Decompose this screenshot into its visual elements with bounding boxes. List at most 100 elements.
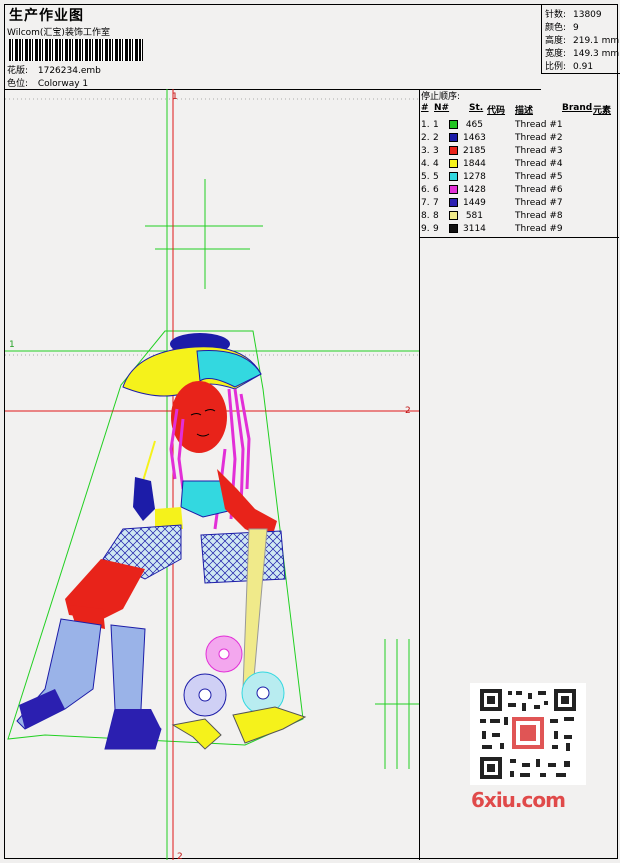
stat-label: 颜色: xyxy=(545,23,567,33)
stat-width: 宽度: 149.3 mm xyxy=(545,46,619,59)
table-row: 8. 8 581 Thread #8 xyxy=(419,211,619,224)
stat-scale: 比例: 0.91 xyxy=(545,59,593,72)
row-code: 3114 xyxy=(463,224,486,234)
page-title: 生产作业图 xyxy=(9,8,84,24)
row-desc: Thread #8 xyxy=(515,211,563,221)
row-code: 1278 xyxy=(463,172,486,182)
row-n: 7 xyxy=(433,198,439,208)
stat-label: 高度: xyxy=(545,36,567,46)
row-code: 2185 xyxy=(463,146,486,156)
design-file-row: 花版: 1726234.emb xyxy=(7,63,101,76)
stat-value: 9 xyxy=(573,23,579,33)
col-header-n: N# xyxy=(434,103,450,113)
row-desc: Thread #6 xyxy=(515,185,563,195)
row-desc: Thread #1 xyxy=(515,120,563,130)
row-n: 8 xyxy=(433,211,439,221)
row-num: 7. xyxy=(421,198,430,208)
qr-code-icon xyxy=(470,683,586,785)
guide-label-v2: 2 xyxy=(177,852,183,860)
stat-height: 高度: 219.1 mm xyxy=(545,33,619,46)
row-code: 465 xyxy=(465,120,483,130)
row-num: 6. xyxy=(421,185,430,195)
row-n: 1 xyxy=(433,120,439,130)
embroidery-figure xyxy=(16,333,307,750)
row-n: 4 xyxy=(433,159,439,169)
colorway-label: 色位: xyxy=(7,79,29,89)
row-num: 2. xyxy=(421,133,430,143)
table-row: 3. 3 2185 Thread #3 xyxy=(419,146,619,159)
row-code: 581 xyxy=(465,211,483,221)
red-guides xyxy=(5,89,419,860)
colorway-value: Colorway 1 xyxy=(37,79,89,89)
table-row: 4. 4 1844 Thread #4 xyxy=(419,159,619,172)
stat-label: 针数: xyxy=(545,10,567,20)
flower-magenta xyxy=(205,635,243,673)
stat-value: 219.1 mm xyxy=(573,36,620,46)
row-num: 4. xyxy=(421,159,430,169)
green-guides xyxy=(5,89,419,860)
col-header-st: St. xyxy=(469,103,484,113)
row-n: 2 xyxy=(433,133,439,143)
embroidery-preview: 1 2 1 2 xyxy=(5,89,419,862)
row-num: 5. xyxy=(421,172,430,182)
color-swatch xyxy=(449,133,458,142)
color-swatch xyxy=(449,224,458,233)
row-code: 1449 xyxy=(463,198,486,208)
guide-label-h2: 2 xyxy=(405,406,411,416)
col-header-desc: 描述 xyxy=(515,106,534,116)
studio-name: Wilcom(汇宝)装饰工作室 xyxy=(7,28,110,38)
stat-value: 149.3 mm xyxy=(573,49,620,59)
row-n: 9 xyxy=(433,224,439,234)
stat-label: 宽度: xyxy=(545,49,567,59)
col-header-num: # xyxy=(421,103,429,113)
color-swatch xyxy=(449,159,458,168)
row-n: 5 xyxy=(433,172,439,182)
row-n: 6 xyxy=(433,185,439,195)
color-swatch xyxy=(449,146,458,155)
design-label: 花版: xyxy=(7,66,29,76)
row-num: 8. xyxy=(421,211,430,221)
watermark-site: 6xiu.com xyxy=(471,788,566,812)
guide-label-h1: 1 xyxy=(9,340,15,350)
row-code: 1463 xyxy=(463,133,486,143)
row-desc: Thread #3 xyxy=(515,146,563,156)
table-row: 6. 6 1428 Thread #6 xyxy=(419,185,619,198)
col-header-code: 代码 xyxy=(487,106,506,116)
stop-sequence-panel: 停止顺序: # N# St. 代码 描述 Brand 元素 1. 1 465 T… xyxy=(419,89,619,238)
color-swatch xyxy=(449,185,458,194)
stat-colors: 颜色: 9 xyxy=(545,20,579,33)
stat-value: 13809 xyxy=(573,10,602,20)
guide-label-v1: 1 xyxy=(172,92,178,102)
colorway-row: 色位: Colorway 1 xyxy=(7,76,88,89)
header-panel: 生产作业图 Wilcom(汇宝)装饰工作室 花版: 1726234.emb 色位… xyxy=(5,5,541,90)
col-header-brand: Brand xyxy=(562,103,593,113)
barcode-icon xyxy=(9,39,143,61)
table-row: 1. 1 465 Thread #1 xyxy=(419,120,619,133)
row-desc: Thread #2 xyxy=(515,133,563,143)
color-swatch xyxy=(449,198,458,207)
stat-value: 0.91 xyxy=(573,62,594,72)
table-row: 7. 7 1449 Thread #7 xyxy=(419,198,619,211)
row-num: 9. xyxy=(421,224,430,234)
row-desc: Thread #7 xyxy=(515,198,563,208)
table-row: 9. 9 3114 Thread #9 xyxy=(419,224,619,237)
row-num: 1. xyxy=(421,120,430,130)
row-desc: Thread #9 xyxy=(515,224,563,234)
color-swatch xyxy=(449,120,458,129)
stats-panel: 针数: 13809 颜色: 9 高度: 219.1 mm 宽度: 149.3 mm 比例… xyxy=(541,5,620,74)
row-desc: Thread #5 xyxy=(515,172,563,182)
table-row: 2. 2 1463 Thread #2 xyxy=(419,133,619,146)
color-swatch xyxy=(449,211,458,220)
flower-blue xyxy=(183,673,227,717)
row-n: 3 xyxy=(433,146,439,156)
stat-label: 比例: xyxy=(545,62,567,72)
col-header-element: 元素 xyxy=(593,106,612,116)
design-canvas[interactable]: 1 2 1 2 xyxy=(5,89,420,862)
sequence-title: 停止顺序: xyxy=(421,92,461,102)
table-row: 5. 5 1278 Thread #5 xyxy=(419,172,619,185)
row-desc: Thread #4 xyxy=(515,159,563,169)
row-code: 1844 xyxy=(463,159,486,169)
design-value: 1726234.emb xyxy=(37,66,101,76)
row-code: 1428 xyxy=(463,185,486,195)
stat-stitches: 针数: 13809 xyxy=(545,7,602,20)
